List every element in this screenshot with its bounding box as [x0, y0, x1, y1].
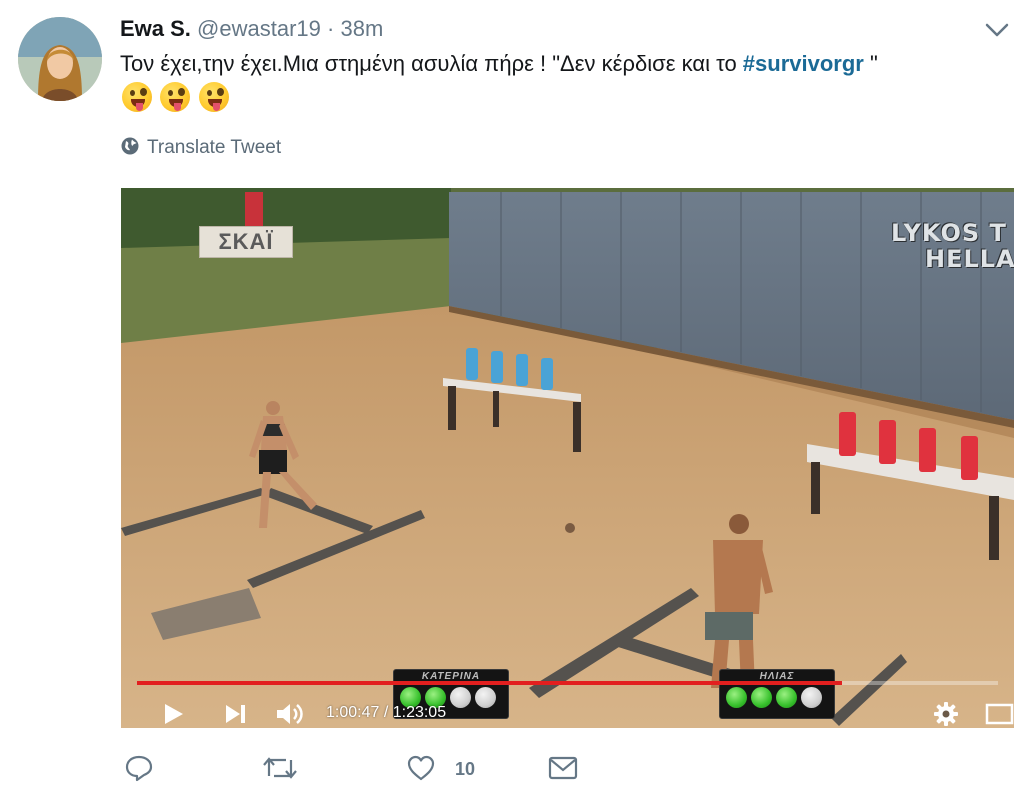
zany-face-emoji [198, 82, 229, 112]
video-watermark: LYKOS T HELLA [891, 220, 1014, 272]
tweet-text: Τον έχει,την έχει.Μια στημένη ασυλία πήρ… [120, 49, 878, 79]
video-player[interactable]: ΣΚΑΪ LYKOS T HELLA ΚΑΤΕΡΙΝΑ ΗΛΙΑΣ 1:00:4… [121, 188, 1014, 728]
settings-icon[interactable] [933, 701, 959, 728]
score-light-off [450, 687, 471, 708]
zany-face-emoji [160, 82, 191, 112]
fullscreen-icon[interactable] [985, 703, 1014, 728]
play-icon[interactable] [163, 702, 185, 728]
scoreboard-right: ΗΛΙΑΣ [719, 669, 835, 719]
volume-icon[interactable] [275, 702, 305, 728]
zany-face-emoji [122, 82, 152, 112]
score-light-on [726, 687, 747, 708]
globe-icon [121, 137, 139, 155]
like-icon[interactable] [406, 754, 436, 784]
avatar-photo [18, 17, 102, 101]
reply-icon[interactable] [124, 754, 154, 784]
retweet-icon[interactable] [262, 754, 298, 784]
tweet-text-after: " [863, 51, 878, 76]
next-icon[interactable] [224, 704, 248, 728]
tweet-text-before: Τον έχει,την έχει.Μια στημένη ασυλία πήρ… [120, 51, 743, 76]
separator-dot: · [327, 16, 335, 41]
direct-message-icon[interactable] [548, 754, 578, 784]
hashtag-link[interactable]: #survivorgr [743, 51, 864, 76]
score-light-on [751, 687, 772, 708]
chevron-down-icon[interactable] [984, 20, 1010, 40]
score-light-on [776, 687, 797, 708]
like-count: 10 [455, 759, 476, 779]
watermark-line-2: HELLA [925, 245, 1014, 273]
video-frame [121, 188, 1014, 728]
tweet-header: Ewa S. @ewastar19 · 38m [120, 14, 383, 44]
translate-tweet-link[interactable]: Translate Tweet [120, 136, 281, 160]
tweet-timestamp[interactable]: 38m [340, 16, 383, 41]
video-progress-bar[interactable] [137, 681, 998, 685]
video-time-display: 1:00:47 / 1:23:05 [326, 704, 447, 721]
user-handle[interactable]: @ewastar19 [197, 16, 321, 41]
score-light-off [801, 687, 822, 708]
display-name[interactable]: Ewa S. [120, 16, 191, 41]
scoreboard-right-lights [726, 687, 826, 713]
watermark-line-1: LYKOS T [891, 219, 1007, 247]
video-progress-fill [137, 681, 843, 685]
translate-label: Translate Tweet [147, 137, 282, 158]
avatar[interactable] [18, 17, 102, 101]
channel-logo: ΣΚΑΪ [199, 226, 293, 258]
emoji-row [122, 82, 233, 114]
score-light-off [475, 687, 496, 708]
